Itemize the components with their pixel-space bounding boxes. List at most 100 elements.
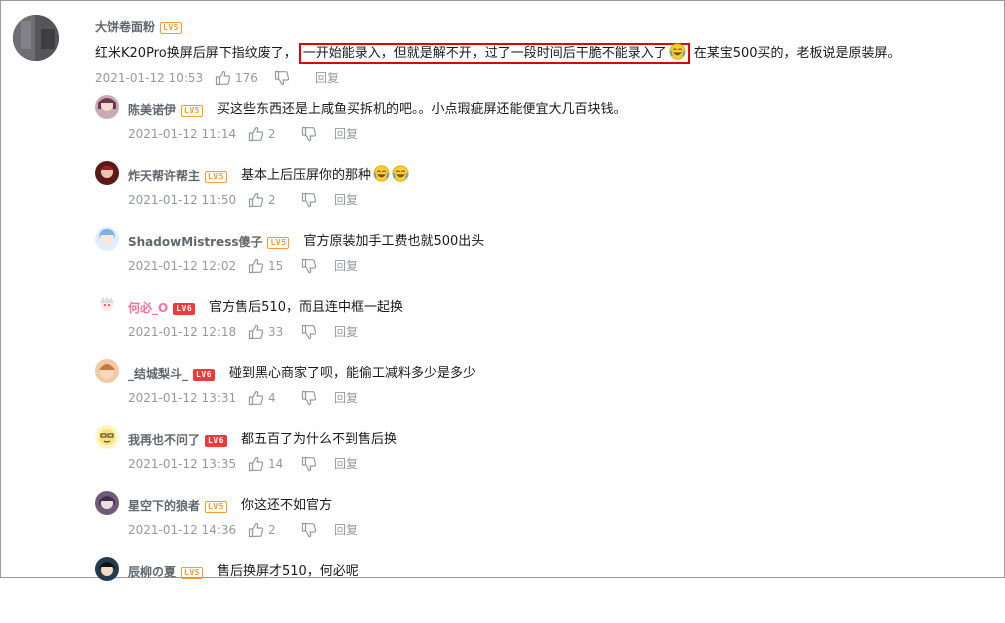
thumbs-up-icon[interactable] (248, 456, 264, 472)
reply-text-content: 基本上后压屏你的那种 (240, 168, 371, 183)
username-row: 我再也不问了 LV6 都五百了为什么不到售后换 (128, 429, 397, 448)
level-badge: LV5 (160, 22, 182, 34)
reply-button[interactable]: 回复 (334, 390, 358, 406)
reply-text: 你这还不如官方 (241, 498, 332, 513)
reply-meta: 2021-01-12 14:36 2 回复 (128, 522, 428, 538)
thumbs-down-icon[interactable] (274, 70, 290, 86)
like-count: 4 (268, 391, 276, 405)
reply-button[interactable]: 回复 (334, 324, 358, 340)
comment-text-part: 在某宝500买的，老板说是原装屏。 (693, 46, 901, 61)
username[interactable]: _结城梨斗_ (128, 367, 188, 381)
reply-item: 炸天帮许帮主 LV5 基本上后压屏你的那种 2021-01-12 11:50 2 回复 (0, 161, 1005, 227)
username[interactable]: 星空下的狼者 (128, 499, 200, 513)
timestamp: 2021-01-12 12:18 (128, 325, 237, 339)
username[interactable]: 我再也不问了 (128, 433, 200, 447)
reply-button[interactable]: 回复 (315, 70, 339, 86)
username[interactable]: 辰柳の夏 (128, 565, 176, 579)
thumbs-up-icon[interactable] (248, 324, 264, 340)
timestamp: 2021-01-12 11:14 (128, 127, 237, 141)
reply-text: 官方原装加手工费也就500出头 (303, 234, 484, 249)
reply-text-content: 官方售后510，而且连中框一起换 (209, 300, 403, 315)
timestamp: 2021-01-12 10:53 (95, 71, 204, 85)
thumbs-down-icon[interactable] (301, 456, 317, 472)
username-row: 星空下的狼者 LV5 你这还不如官方 (128, 495, 332, 514)
username-row: 辰柳の夏 LV5 售后换屏才510，何必呢 (128, 561, 359, 580)
thumbs-up-icon[interactable] (248, 390, 264, 406)
like-count: 33 (268, 325, 284, 339)
comment-text-part: 红米K20Pro换屏后屏下指纹废了， (95, 46, 297, 61)
avatar[interactable] (95, 293, 119, 317)
reply-button[interactable]: 回复 (334, 456, 358, 472)
level-badge: LV5 (181, 105, 203, 117)
reply-text: 买这些东西还是上咸鱼买拆机的吧。。小点瑕疵屏还能便宜大几百块钱。 (217, 102, 627, 117)
laugh-cry-emoji-icon (373, 165, 390, 182)
reply-text: 官方售后510，而且连中框一起换 (209, 300, 403, 315)
reply-meta: 2021-01-12 12:02 15 回复 (128, 258, 428, 274)
reply-button[interactable]: 回复 (334, 126, 358, 142)
thumbs-down-icon[interactable] (301, 126, 317, 142)
reply-meta: 2021-01-12 12:18 33 回复 (128, 324, 428, 340)
avatar[interactable] (95, 425, 119, 449)
reply-text-content: 售后换屏才510，何必呢 (216, 564, 359, 579)
thumbs-up-icon[interactable] (248, 258, 264, 274)
avatar[interactable] (13, 15, 59, 61)
thumbs-up-icon[interactable] (248, 192, 264, 208)
username-row: _结城梨斗_ LV6 碰到黑心商家了呗，能偷工减料多少是多少 (128, 363, 476, 382)
thumbs-up-icon[interactable] (248, 522, 264, 538)
level-badge: LV5 (205, 171, 227, 183)
timestamp: 2021-01-12 11:50 (128, 193, 237, 207)
laugh-cry-emoji-icon (669, 43, 686, 60)
thumbs-down-icon[interactable] (301, 192, 317, 208)
reply-text: 碰到黑心商家了呗，能偷工减料多少是多少 (229, 366, 476, 381)
like-count: 2 (268, 127, 276, 141)
avatar[interactable] (95, 557, 119, 581)
reply-item: ShadowMistress傻子 LV5 官方原装加手工费也就500出头 2021-0… (0, 227, 1005, 293)
reply-text: 都五百了为什么不到售后换 (241, 432, 397, 447)
avatar[interactable] (95, 95, 119, 119)
username[interactable]: 大饼卷面粉 LV5 (95, 18, 182, 35)
thumbs-down-icon[interactable] (301, 522, 317, 538)
timestamp: 2021-01-12 13:31 (128, 391, 237, 405)
reply-item: 星空下的狼者 LV5 你这还不如官方 2021-01-12 14:36 2 回复 (0, 491, 1005, 557)
like-count: 2 (268, 523, 276, 537)
thumbs-down-icon[interactable] (301, 258, 317, 274)
avatar[interactable] (95, 227, 119, 251)
reply-text-content: 你这还不如官方 (240, 498, 332, 513)
thumbs-down-icon[interactable] (301, 390, 317, 406)
level-badge: LV6 (173, 303, 196, 315)
reply-text-content: 碰到黑心商家了呗，能偷工减料多少是多少 (228, 366, 476, 381)
reply-meta: 2021-01-12 11:50 2 回复 (128, 192, 428, 208)
level-badge: LV6 (205, 435, 227, 447)
avatar[interactable] (95, 359, 119, 383)
like-count: 14 (268, 457, 284, 471)
username[interactable]: 炸天帮许帮主 (128, 169, 200, 183)
level-badge: LV5 (181, 567, 203, 579)
reply-button[interactable]: 回复 (334, 192, 358, 208)
username[interactable]: 何必_O (128, 301, 168, 315)
avatar[interactable] (95, 161, 119, 185)
username[interactable]: ShadowMistress傻子 (128, 235, 262, 249)
like-count: 2 (268, 193, 276, 207)
timestamp: 2021-01-12 13:35 (128, 457, 237, 471)
highlighted-text: 一开始能录入，但就是解不开，过了一段时间后干脆不能录入了 (302, 46, 667, 61)
level-badge: LV5 (205, 501, 227, 513)
thumbs-up-icon[interactable] (248, 126, 264, 142)
comment-text: 红米K20Pro换屏后屏下指纹废了， 一开始能录入，但就是解不开，过了一段时间后干… (95, 42, 901, 64)
comment-meta: 2021-01-12 10:53 176 回复 (95, 70, 395, 86)
reply-item: 陈美诺伊 LV5 买这些东西还是上咸鱼买拆机的吧。。小点瑕疵屏还能便宜大几百块钱。 2… (0, 95, 1005, 161)
timestamp: 2021-01-12 14:36 (128, 523, 237, 537)
reply-text-content: 买这些东西还是上咸鱼买拆机的吧。。小点瑕疵屏还能便宜大几百块钱。 (216, 102, 627, 117)
thumbs-down-icon[interactable] (301, 324, 317, 340)
username[interactable]: 陈美诺伊 (128, 103, 176, 117)
like-count: 15 (268, 259, 284, 273)
reply-button[interactable]: 回复 (334, 258, 358, 274)
reply-item: 辰柳の夏 LV5 售后换屏才510，何必呢 (0, 557, 1005, 623)
avatar[interactable] (95, 491, 119, 515)
reply-meta: 2021-01-12 11:14 2 回复 (128, 126, 428, 142)
username-text[interactable]: 大饼卷面粉 (95, 20, 155, 34)
username-row: 何必_O LV6 官方售后510，而且连中框一起换 (128, 297, 403, 316)
username-row: ShadowMistress傻子 LV5 官方原装加手工费也就500出头 (128, 231, 484, 250)
thumbs-up-icon[interactable] (215, 70, 231, 86)
main-comment: 大饼卷面粉 LV5 红米K20Pro换屏后屏下指纹废了， 一开始能录入，但就是解不开… (0, 0, 1005, 95)
reply-button[interactable]: 回复 (334, 522, 358, 538)
